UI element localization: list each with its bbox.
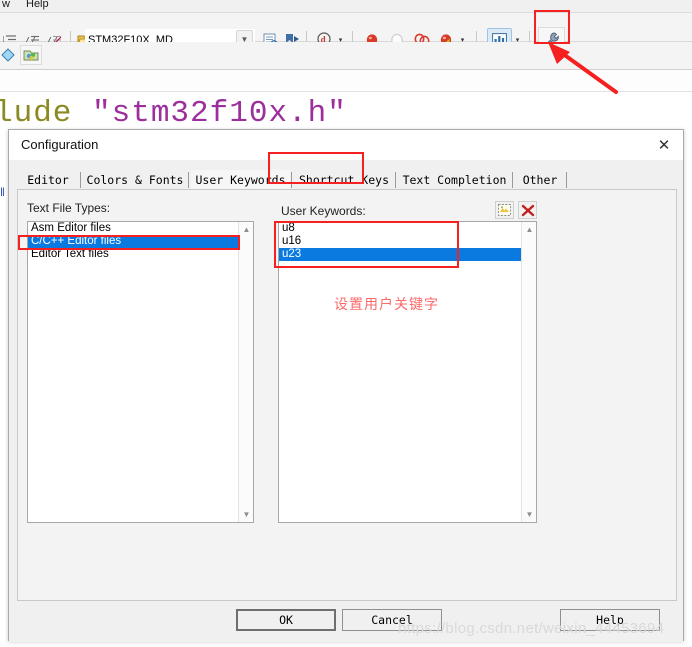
dialog-title-bar: Configuration ✕ [9, 130, 683, 160]
manage-project-items-icon[interactable] [20, 45, 42, 65]
watermark: https://blog.csdn.net/weixin_44453694 [398, 620, 665, 637]
editor-gutter-marker: ‖ [0, 185, 5, 199]
tab-colors-fonts[interactable]: Colors & Fonts [83, 170, 187, 190]
build-toolbar [0, 42, 692, 70]
tab-divider [80, 172, 81, 188]
close-icon[interactable]: ✕ [651, 134, 677, 156]
tab-divider [188, 172, 189, 188]
tab-divider [291, 172, 292, 188]
text-file-types-listbox[interactable]: Asm Editor files C/C++ Editor files Edit… [27, 221, 254, 523]
tab-other[interactable]: Other [515, 170, 565, 190]
tab-divider [566, 172, 567, 188]
tab-strip: Editor Colors & Fonts User Keywords Shor… [17, 170, 677, 190]
chevron-down-icon[interactable]: ▼ [239, 507, 253, 522]
screen: w Help // // STM32F10X_MD ▼ d ▾ ▾ ▾ lude… [0, 0, 692, 647]
dialog-title: Configuration [21, 137, 99, 152]
list-item[interactable]: C/C++ Editor files [28, 235, 239, 248]
menu-bar: w Help [0, 0, 692, 13]
tab-divider [395, 172, 396, 188]
main-toolbar: // // STM32F10X_MD ▼ d ▾ ▾ ▾ [0, 13, 692, 52]
chevron-up-icon[interactable]: ▲ [522, 222, 536, 237]
chevron-down-icon[interactable]: ▼ [522, 507, 536, 522]
menu-item-window[interactable]: w [2, 0, 10, 10]
tab-divider [512, 172, 513, 188]
list-item[interactable]: u8 [279, 222, 522, 235]
delete-keyword-icon[interactable] [518, 201, 537, 219]
user-keywords-label: User Keywords: [281, 204, 366, 218]
new-keyword-icon[interactable] [495, 201, 514, 219]
text-file-types-label: Text File Types: [27, 201, 111, 215]
tab-shortcut-keys[interactable]: Shortcut Keys [294, 170, 394, 190]
scrollbar-vertical[interactable]: ▲ ▼ [238, 222, 253, 522]
menu-item-help[interactable]: Help [26, 0, 49, 10]
list-item[interactable]: Asm Editor files [28, 222, 239, 235]
code-text: lude "stm32f10x.h" [0, 96, 347, 131]
list-item[interactable]: u23 [279, 248, 522, 261]
code-string: "stm32f10x.h" [92, 96, 347, 131]
scrollbar-vertical[interactable]: ▲ ▼ [521, 222, 536, 522]
tab-editor[interactable]: Editor [17, 170, 79, 190]
list-item[interactable]: Editor Text files [28, 248, 239, 261]
code-keyword: lude [0, 96, 93, 131]
annotation-note-chinese: 设置用户关键字 [334, 297, 439, 313]
editor-strip [0, 70, 692, 92]
user-keywords-listbox[interactable]: u8 u16 u23 ▲ ▼ [278, 221, 537, 523]
tab-text-completion[interactable]: Text Completion [398, 170, 511, 190]
tab-user-keywords[interactable]: User Keywords [191, 170, 290, 190]
target-options-icon[interactable] [0, 45, 18, 65]
chevron-up-icon[interactable]: ▲ [239, 222, 253, 237]
ok-button[interactable]: OK [236, 609, 336, 631]
list-item[interactable]: u16 [279, 235, 522, 248]
